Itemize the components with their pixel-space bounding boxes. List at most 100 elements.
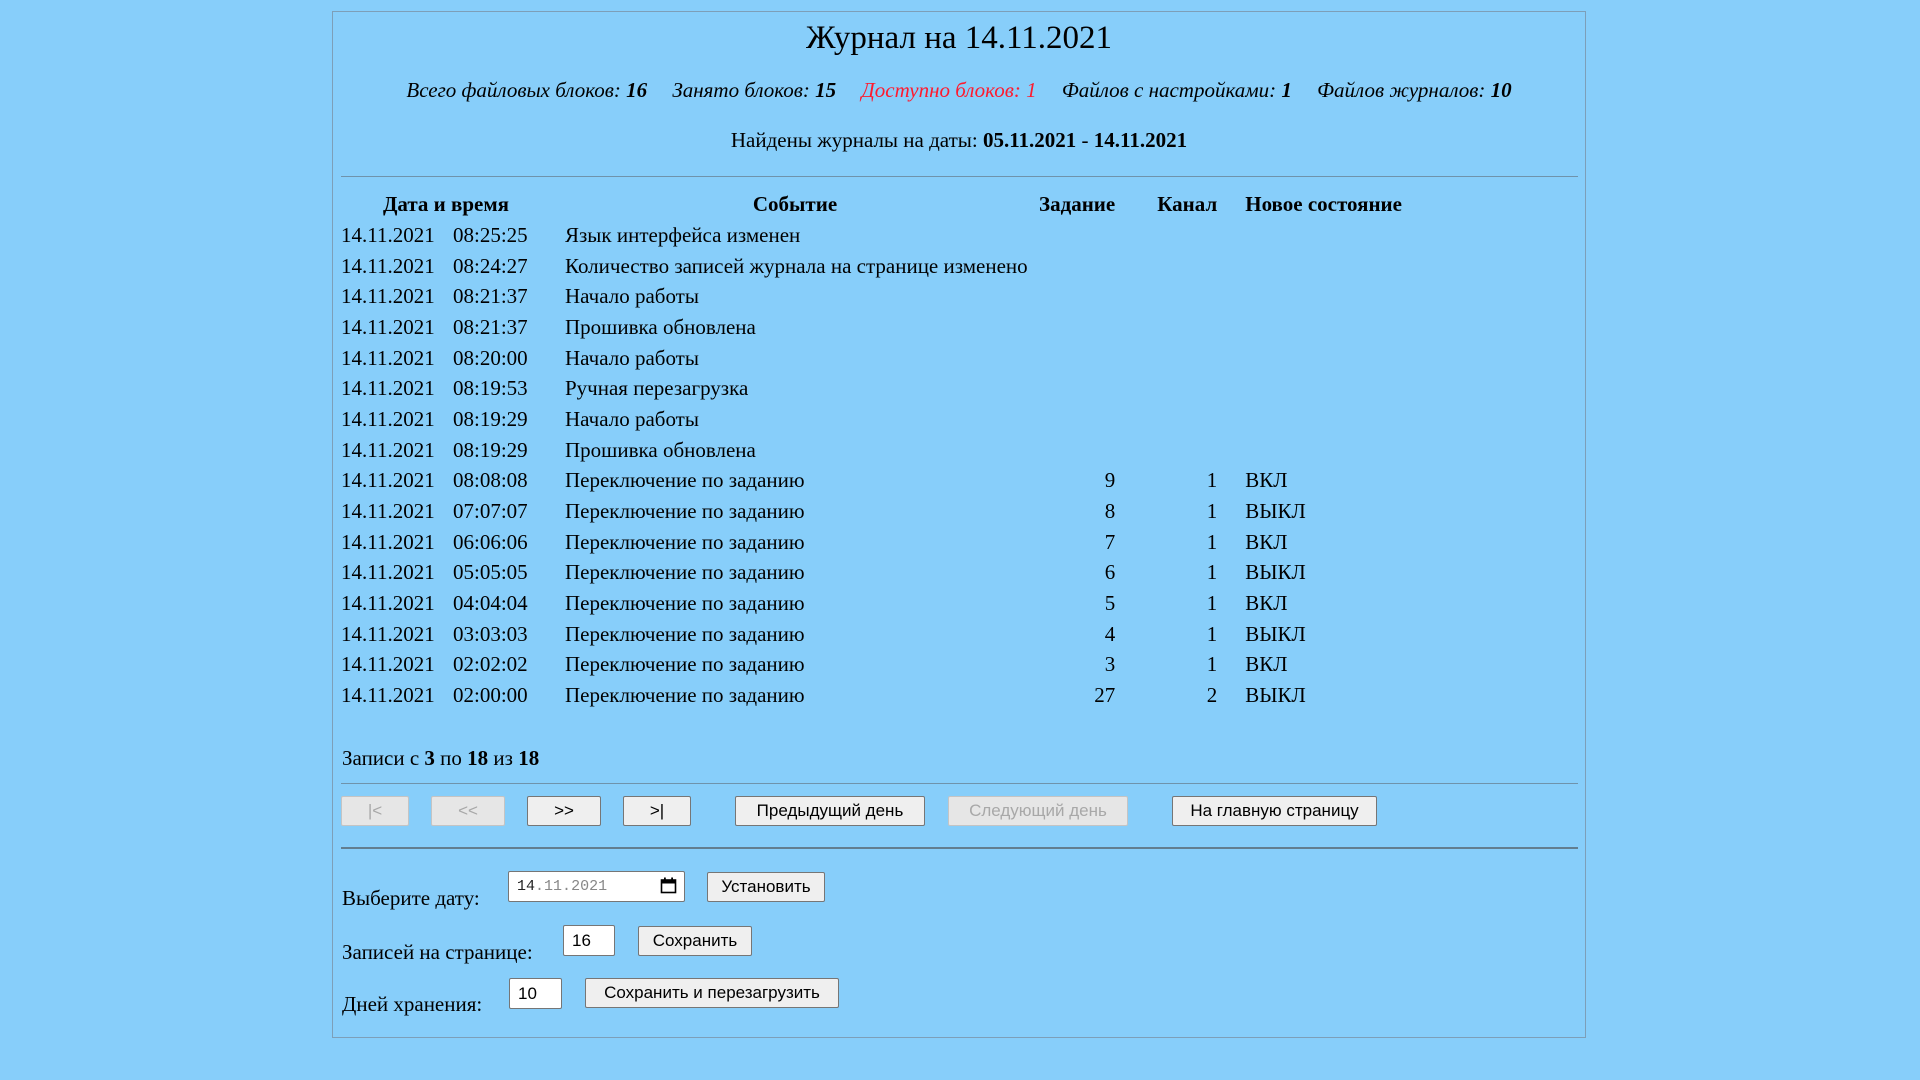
header-state: Новое состояние bbox=[1245, 192, 1402, 216]
cell-channel: 1 bbox=[1206, 529, 1218, 554]
cell-task: 6 bbox=[1104, 560, 1116, 585]
header-event: Событие bbox=[752, 192, 838, 216]
per-page-label: Записей на странице: bbox=[342, 940, 533, 964]
cell-state bbox=[1217, 251, 1402, 282]
table-row: 14.11.2021 08:25:25 Язык интерфейса измене… bbox=[341, 220, 1402, 251]
records-summary: Записи с 3 по 18 из 18 bbox=[342, 746, 540, 770]
cell-date: 14.11.2021 bbox=[341, 591, 435, 616]
table-row: 14.11.2021 07:07:07 Переключение по задани… bbox=[341, 496, 1402, 527]
save-per-page-button[interactable]: Сохранить bbox=[638, 926, 752, 956]
cell-state bbox=[1217, 312, 1402, 343]
cell-channel: 1 bbox=[1206, 652, 1218, 677]
cell-event: Ручная перезагрузка bbox=[565, 376, 749, 401]
cell-channel: 2 bbox=[1206, 683, 1218, 708]
divider bbox=[341, 783, 1578, 784]
prev-page-button[interactable]: << bbox=[431, 796, 505, 826]
cell-time: 08:20:00 bbox=[453, 345, 528, 370]
cell-task: 3 bbox=[1104, 652, 1116, 677]
cell-channel bbox=[1115, 281, 1217, 312]
home-page-button[interactable]: На главную страницу bbox=[1172, 796, 1377, 826]
cell-time: 04:04:04 bbox=[453, 591, 528, 616]
divider bbox=[341, 847, 1578, 849]
cell-task bbox=[1039, 220, 1115, 251]
cell-time: 08:24:27 bbox=[453, 253, 528, 278]
log-table-header: Дата и время Событие Задание Канал Новое… bbox=[341, 189, 1402, 220]
set-date-button[interactable]: Установить bbox=[707, 872, 825, 902]
cell-state: ВКЛ bbox=[1245, 591, 1288, 616]
per-page-input[interactable]: 16 bbox=[563, 925, 615, 956]
cell-state: ВКЛ bbox=[1245, 529, 1288, 554]
table-row: 14.11.2021 03:03:03 Переключение по задани… bbox=[341, 619, 1402, 650]
cell-state: ВЫКЛ bbox=[1245, 560, 1306, 585]
last-page-button[interactable]: >| bbox=[623, 796, 691, 826]
cell-event: Количество записей журнала на странице и… bbox=[565, 253, 1028, 278]
calendar-icon[interactable] bbox=[660, 877, 677, 894]
cell-task bbox=[1039, 251, 1115, 282]
cell-time: 08:21:37 bbox=[453, 284, 528, 309]
header-datetime: Дата и время bbox=[382, 192, 510, 216]
retention-days-input[interactable]: 10 bbox=[509, 978, 562, 1009]
cell-state: ВКЛ bbox=[1245, 468, 1288, 493]
cell-task: 8 bbox=[1104, 499, 1116, 524]
cell-task bbox=[1039, 343, 1115, 374]
cell-state bbox=[1217, 435, 1402, 466]
date-input[interactable]: 14.11.2021 bbox=[508, 871, 685, 902]
table-row: 14.11.2021 02:00:00 Переключение по задани… bbox=[341, 680, 1402, 711]
cell-state bbox=[1217, 220, 1402, 251]
cell-event: Прошивка обновлена bbox=[565, 314, 756, 339]
cell-date: 14.11.2021 bbox=[341, 345, 435, 370]
cell-task bbox=[1039, 312, 1115, 343]
cell-date: 14.11.2021 bbox=[341, 560, 435, 585]
table-row: 14.11.2021 04:04:04 Переключение по задани… bbox=[341, 588, 1402, 619]
cell-time: 03:03:03 bbox=[453, 621, 528, 646]
cell-task bbox=[1039, 281, 1115, 312]
next-day-button[interactable]: Следующий день bbox=[948, 796, 1128, 826]
cell-date: 14.11.2021 bbox=[341, 253, 435, 278]
cell-date: 14.11.2021 bbox=[341, 468, 435, 493]
table-row: 14.11.2021 08:19:29 Начало работы bbox=[341, 404, 1402, 435]
found-to-date: 14.11.2021 bbox=[1093, 128, 1188, 152]
table-row: 14.11.2021 08:08:08 Переключение по задани… bbox=[341, 466, 1402, 497]
cell-task: 9 bbox=[1104, 468, 1116, 493]
stat-used-blocks: Занято блоков: 15 bbox=[672, 78, 837, 102]
cell-time: 06:06:06 bbox=[453, 529, 528, 554]
cell-time: 08:08:08 bbox=[453, 468, 528, 493]
cell-event: Язык интерфейса изменен bbox=[565, 222, 801, 247]
table-row: 14.11.2021 08:20:00 Начало работы bbox=[341, 343, 1402, 374]
cell-date: 14.11.2021 bbox=[341, 284, 435, 309]
retention-label: Дней хранения: bbox=[342, 992, 483, 1016]
cell-state: ВЫКЛ bbox=[1245, 683, 1306, 708]
cell-date: 14.11.2021 bbox=[341, 499, 435, 524]
cell-date: 14.11.2021 bbox=[341, 529, 435, 554]
cell-date: 14.11.2021 bbox=[341, 376, 435, 401]
cell-event: Переключение по заданию bbox=[565, 621, 805, 646]
cell-task: 5 bbox=[1104, 591, 1116, 616]
stat-total-blocks: Всего файловых блоков: 16 bbox=[406, 78, 648, 102]
cell-date: 14.11.2021 bbox=[341, 406, 435, 431]
cell-time: 08:19:53 bbox=[453, 376, 528, 401]
cell-channel bbox=[1115, 251, 1217, 282]
cell-time: 08:21:37 bbox=[453, 314, 528, 339]
stat-free-blocks: Доступно блоков: 1 bbox=[861, 78, 1037, 102]
next-page-button[interactable]: >> bbox=[527, 796, 601, 826]
prev-day-button[interactable]: Предыдущий день bbox=[735, 796, 925, 826]
storage-stats: Всего файловых блоков: 16 Занято блоков:… bbox=[333, 78, 1585, 103]
cell-state: ВЫКЛ bbox=[1245, 499, 1306, 524]
cell-event: Переключение по заданию bbox=[565, 499, 805, 524]
date-label: Выберите дату: bbox=[342, 886, 480, 910]
cell-channel: 1 bbox=[1206, 499, 1218, 524]
table-row: 14.11.2021 08:24:27 Количество записей жур… bbox=[341, 251, 1402, 282]
save-and-reboot-button[interactable]: Сохранить и перезагрузить bbox=[585, 978, 839, 1008]
cell-state bbox=[1217, 281, 1402, 312]
log-panel: Журнал на 14.11.2021 Всего файловых блок… bbox=[332, 11, 1586, 1038]
cell-event: Начало работы bbox=[565, 345, 699, 370]
header-task: Задание bbox=[1039, 192, 1116, 216]
header-channel: Канал bbox=[1157, 192, 1218, 216]
cell-channel bbox=[1115, 373, 1217, 404]
table-row: 14.11.2021 02:02:02 Переключение по задани… bbox=[341, 650, 1402, 681]
first-page-button[interactable]: |< bbox=[341, 796, 409, 826]
cell-event: Переключение по заданию bbox=[565, 529, 805, 554]
log-table: Дата и время Событие Задание Канал Новое… bbox=[341, 189, 1402, 711]
cell-event: Переключение по заданию bbox=[565, 683, 805, 708]
table-row: 14.11.2021 08:21:37 Прошивка обновлена bbox=[341, 312, 1402, 343]
